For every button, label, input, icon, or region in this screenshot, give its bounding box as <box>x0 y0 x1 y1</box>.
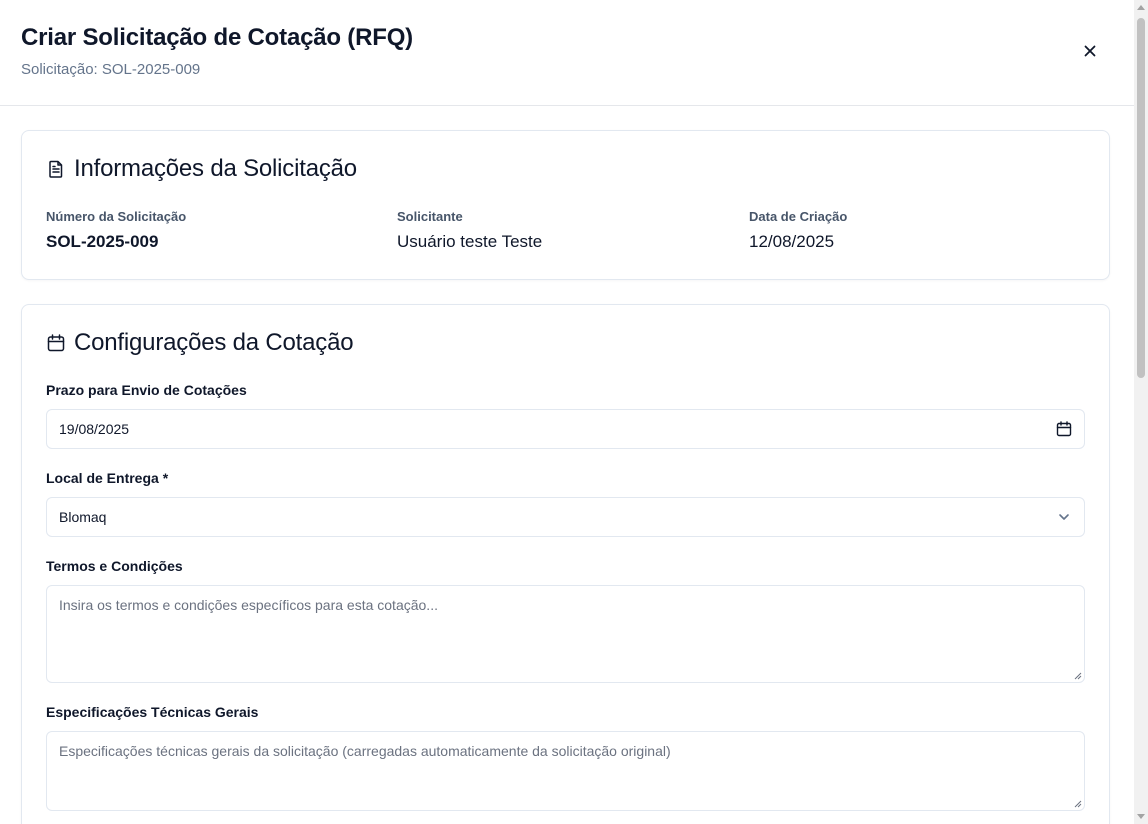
create-rfq-dialog: Criar Solicitação de Cotação (RFQ) Solic… <box>0 0 1134 824</box>
creation-date-value: 12/08/2025 <box>749 232 835 251</box>
request-number-value: SOL-2025-009 <box>46 232 159 251</box>
quote-settings-header: Configurações da Cotação <box>46 329 354 357</box>
terms-placeholder: Insira os termos e condições específicos… <box>59 597 438 613</box>
close-icon <box>1084 45 1096 57</box>
scroll-down-arrow-icon[interactable] <box>1137 814 1145 819</box>
dialog-title: Criar Solicitação de Cotação (RFQ) <box>21 24 413 51</box>
delivery-location-label: Local de Entrega * <box>46 470 169 486</box>
vertical-scrollbar[interactable] <box>1134 0 1148 824</box>
creation-date-group: Data de Criação 12/08/2025 <box>749 209 847 252</box>
deadline-date-value: 19/08/2025 <box>59 421 130 437</box>
request-number-group: Número da Solicitação SOL-2025-009 <box>46 209 186 252</box>
specs-textarea[interactable]: Especificações técnicas gerais da solici… <box>46 731 1085 811</box>
quote-settings-title: Configurações da Cotação <box>74 329 354 356</box>
request-info-header: Informações da Solicitação <box>46 155 357 183</box>
scrollbar-thumb[interactable] <box>1137 18 1145 378</box>
deadline-label: Prazo para Envio de Cotações <box>46 382 247 398</box>
specs-placeholder: Especificações técnicas gerais da solici… <box>59 743 671 759</box>
request-number-label: Número da Solicitação <box>46 209 187 224</box>
specs-label: Especificações Técnicas Gerais <box>46 704 259 720</box>
dialog-subtitle: Solicitação: SOL-2025-009 <box>21 61 201 78</box>
resize-handle-icon[interactable] <box>1073 799 1082 808</box>
calendar-icon <box>47 334 65 352</box>
terms-label: Termos e Condições <box>46 558 183 574</box>
requester-value: Usuário teste Teste <box>397 232 543 251</box>
terms-textarea[interactable]: Insira os termos e condições específicos… <box>46 585 1085 683</box>
deadline-date-input[interactable]: 19/08/2025 <box>46 409 1085 449</box>
requester-label: Solicitante <box>397 209 463 224</box>
document-icon <box>49 160 63 178</box>
dialog-header: Criar Solicitação de Cotação (RFQ) Solic… <box>0 0 1134 106</box>
request-info-title: Informações da Solicitação <box>74 155 357 182</box>
creation-date-label: Data de Criação <box>749 209 848 224</box>
request-info-card: Informações da Solicitação Número da Sol… <box>21 130 1110 280</box>
delivery-location-select[interactable]: Blomaq <box>46 497 1085 537</box>
scroll-up-arrow-icon[interactable] <box>1137 5 1145 10</box>
resize-handle-icon[interactable] <box>1073 671 1082 680</box>
close-button[interactable] <box>1078 39 1102 63</box>
delivery-location-value: Blomaq <box>59 509 107 525</box>
calendar-icon[interactable] <box>1055 420 1073 438</box>
requester-group: Solicitante Usuário teste Teste <box>397 209 542 252</box>
chevron-down-icon <box>1059 514 1069 520</box>
quote-settings-card: Configurações da Cotação Prazo para Envi… <box>21 304 1110 824</box>
